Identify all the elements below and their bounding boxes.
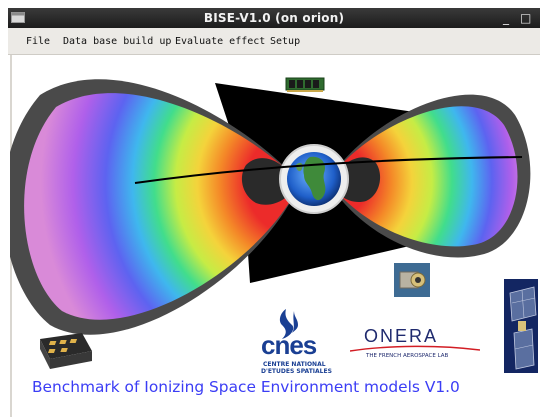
menu-bar: File Data base build up Evaluate effect … bbox=[8, 28, 540, 55]
onera-swoosh-icon bbox=[350, 345, 480, 352]
close-button[interactable]: □ bbox=[520, 8, 531, 28]
memory-chip-icon bbox=[285, 77, 325, 92]
minimize-button[interactable]: _ bbox=[503, 8, 509, 28]
menu-evaluate-effect[interactable]: Evaluate effect bbox=[175, 36, 265, 47]
screen-top-strip bbox=[0, 0, 540, 8]
footer-caption: Benchmark of Ionizing Space Environment … bbox=[32, 378, 460, 396]
camera-sensor-icon bbox=[394, 263, 430, 297]
satellite-image bbox=[504, 279, 538, 373]
window-title: BISE-V1.0 (on orion) bbox=[203, 11, 345, 25]
cnes-wordmark: cnes bbox=[261, 330, 317, 360]
onera-tagline: THE FRENCH AEROSPACE LAB bbox=[366, 353, 449, 359]
menu-setup[interactable]: Setup bbox=[270, 36, 300, 47]
cnes-tagline-line1: CENTRE NATIONAL bbox=[263, 361, 326, 368]
main-canvas: cnes CENTRE NATIONAL D'ETUDES SPATIALES … bbox=[10, 55, 538, 417]
menu-database-build-up[interactable]: Data base build up bbox=[63, 36, 171, 47]
cnes-tagline-line2: D'ETUDES SPATIALES bbox=[261, 368, 332, 375]
electronic-board-icon bbox=[40, 333, 92, 369]
menu-file[interactable]: File bbox=[26, 36, 50, 47]
onera-wordmark: ONERA bbox=[364, 326, 439, 346]
title-bar[interactable]: BISE-V1.0 (on orion) _ □ bbox=[8, 8, 540, 28]
app-window: BISE-V1.0 (on orion) _ □ File Data base … bbox=[8, 8, 540, 417]
